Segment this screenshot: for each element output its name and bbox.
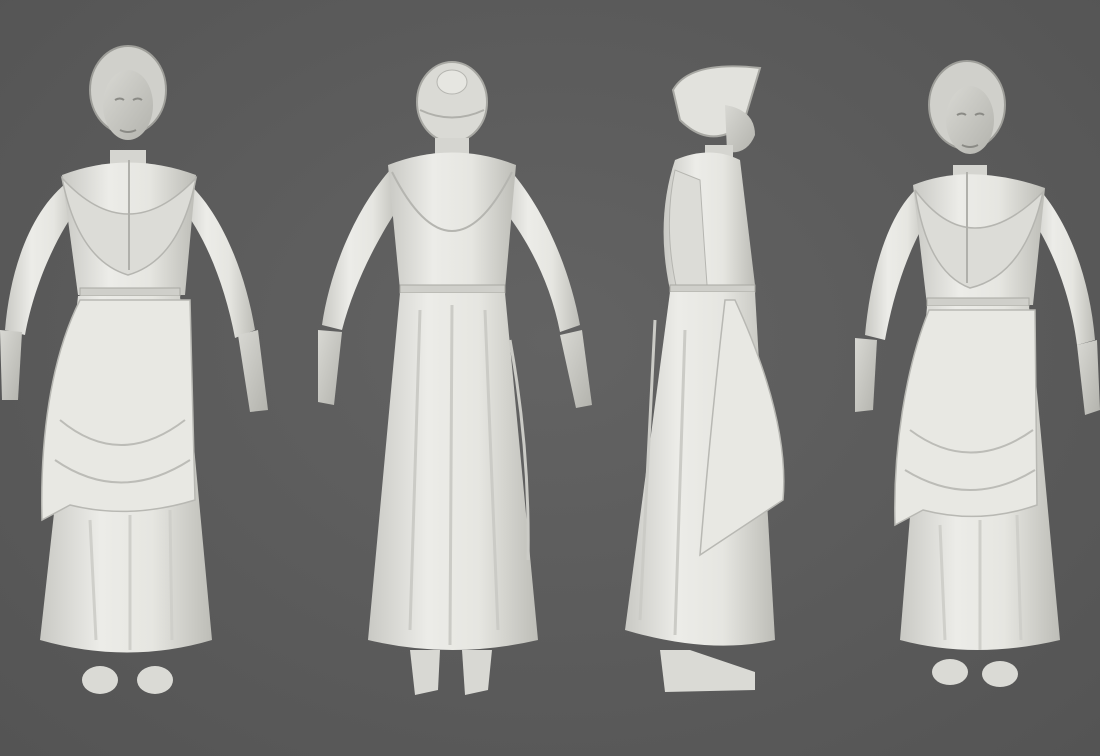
figure-side-view bbox=[615, 0, 815, 756]
figure-back-view bbox=[300, 0, 600, 756]
figure-front-view-icon bbox=[0, 45, 268, 694]
turnaround-viewport bbox=[0, 0, 1100, 756]
figure-back-view-icon bbox=[318, 61, 592, 695]
figure-three-quarter-view bbox=[845, 0, 1100, 756]
figure-front-view bbox=[0, 0, 275, 756]
figure-side-view-icon bbox=[625, 65, 785, 692]
figure-three-quarter-view-icon bbox=[855, 60, 1100, 687]
